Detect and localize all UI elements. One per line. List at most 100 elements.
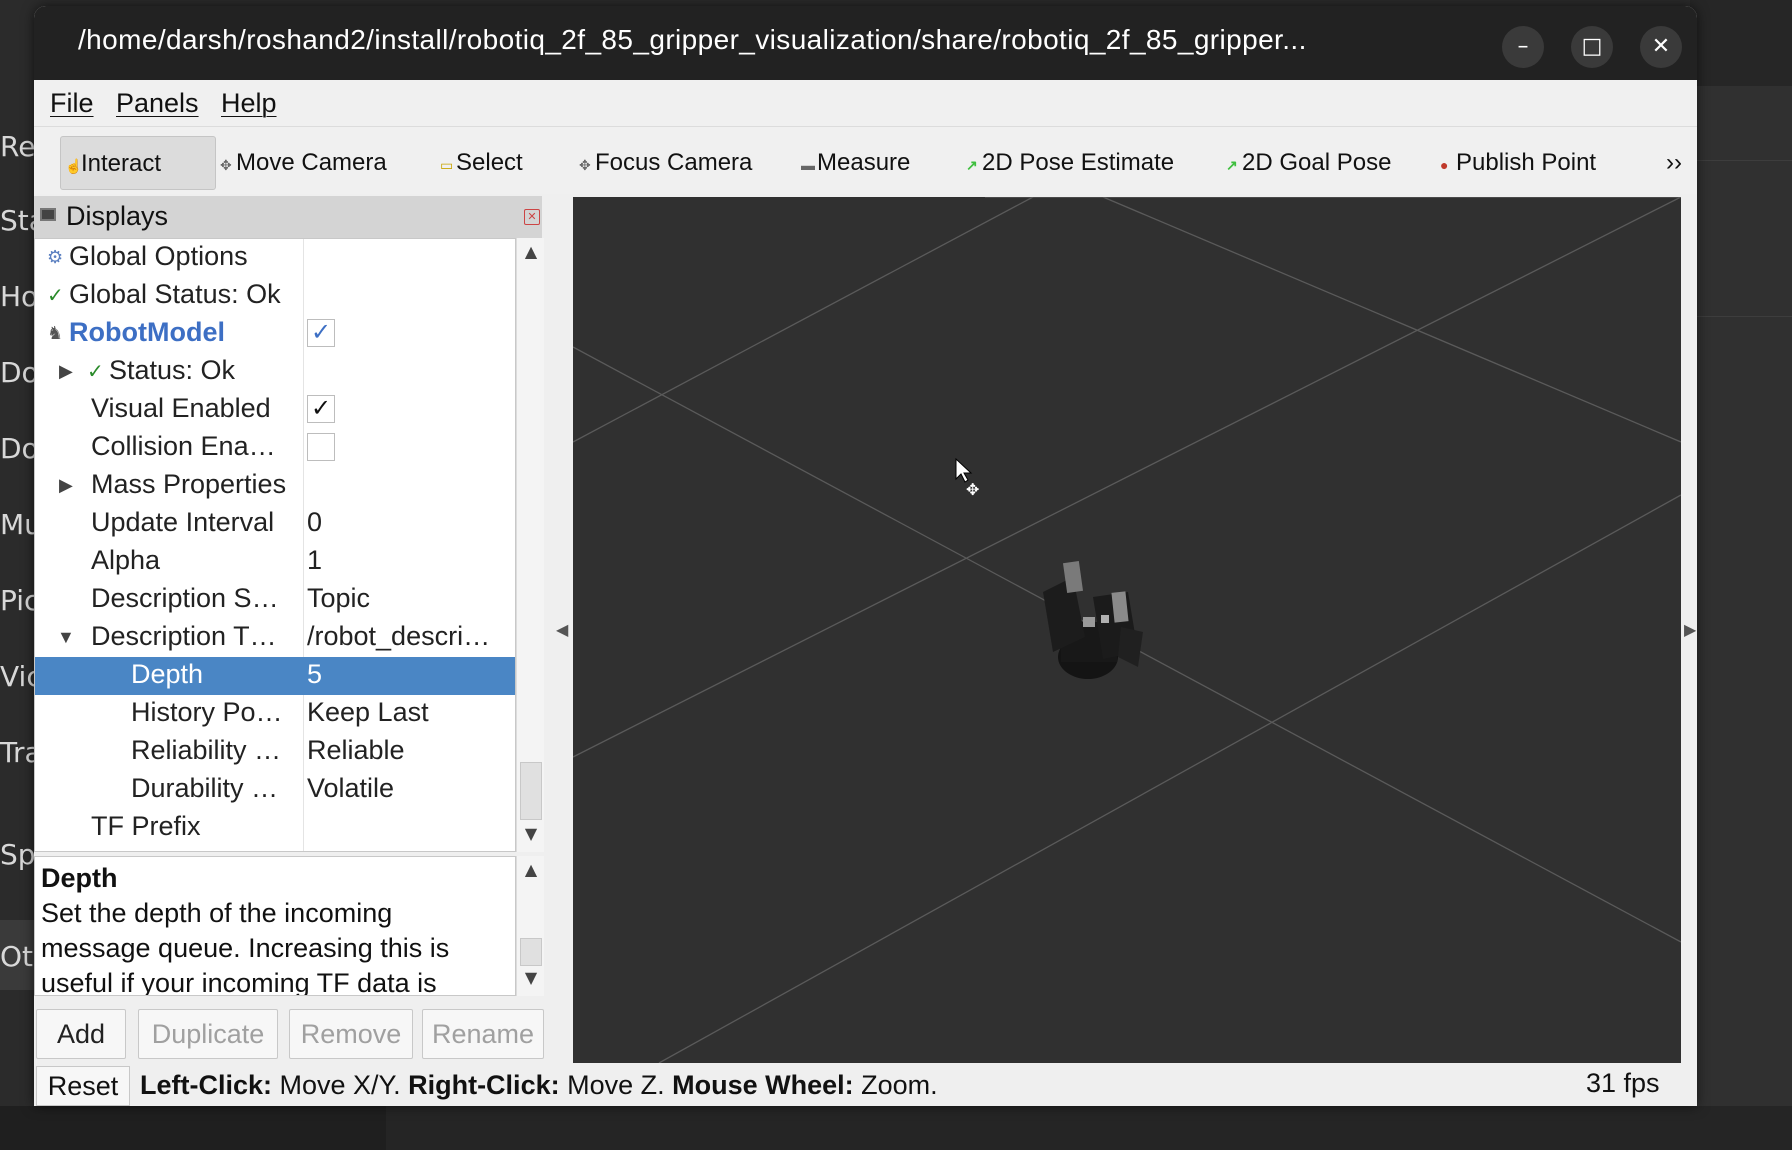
visual-enabled-checkbox[interactable]: ✓: [307, 395, 335, 423]
tool-interact[interactable]: ☝Interact: [60, 136, 216, 190]
tree-row-label: Alpha: [91, 545, 161, 575]
tree-row-value[interactable]: 0: [307, 507, 515, 538]
tree-row-global-status[interactable]: ✓ Global Status: Ok: [35, 277, 515, 315]
background-sidebar-item[interactable]: Mu: [0, 508, 34, 541]
toolbar-overflow-button[interactable]: ››: [1666, 136, 1682, 190]
background-sidebar-item[interactable]: Pic: [0, 584, 34, 617]
add-display-button[interactable]: Add: [36, 1009, 126, 1059]
background-sidebar-item[interactable]: Do: [0, 432, 34, 465]
tool-focus-camera-label: Focus Camera: [595, 149, 753, 176]
menu-panels[interactable]: Panels: [116, 88, 199, 119]
scroll-down-icon[interactable]: ▼: [517, 824, 545, 843]
property-help-panel: Depth Set the depth of the incoming mess…: [34, 856, 516, 996]
duplicate-display-button[interactable]: Duplicate: [138, 1009, 278, 1059]
collapse-right-icon[interactable]: ▶: [1684, 620, 1696, 639]
tree-row-value[interactable]: Volatile: [307, 773, 515, 804]
collapse-arrow-icon[interactable]: ▼: [57, 627, 75, 648]
tree-row-update-interval[interactable]: Update Interval 0: [35, 505, 515, 543]
reset-button[interactable]: Reset: [36, 1066, 130, 1106]
tree-row-description-source[interactable]: Description S… Topic: [35, 581, 515, 619]
scroll-up-icon[interactable]: ▲: [517, 242, 545, 261]
minimize-button[interactable]: –: [1502, 26, 1544, 68]
tree-row-tf-prefix[interactable]: TF Prefix: [35, 809, 515, 847]
remove-display-button[interactable]: Remove: [289, 1009, 413, 1059]
tree-row-mass-properties[interactable]: ▶ Mass Properties: [35, 467, 515, 505]
tree-row-description-topic[interactable]: ▼ Description T… /robot_descri…: [35, 619, 515, 657]
tool-publish-point-label: Publish Point: [1456, 149, 1597, 176]
expand-arrow-icon[interactable]: ▶: [59, 475, 73, 496]
tree-row-robotmodel[interactable]: ♞ RobotModel ✓: [35, 315, 515, 353]
tool-move-camera[interactable]: ✥ Move Camera: [220, 136, 387, 190]
tree-row-value[interactable]: Reliable: [307, 735, 515, 766]
background-divider: [1690, 316, 1792, 317]
tree-row-label: Global Options: [69, 241, 248, 271]
svg-text:✥: ✥: [966, 480, 979, 499]
hint-mouse-wheel: Mouse Wheel:: [672, 1070, 854, 1100]
scrollbar-thumb[interactable]: [520, 762, 542, 820]
background-sidebar-item[interactable]: Ho: [0, 280, 34, 313]
background-sidebar-item[interactable]: Vic: [0, 660, 34, 693]
maximize-button[interactable]: □: [1571, 26, 1613, 68]
expand-arrow-icon[interactable]: ▶: [59, 361, 73, 382]
background-sidebar-item[interactable]: Do: [0, 356, 34, 389]
scroll-up-icon[interactable]: ▲: [517, 860, 545, 879]
tree-row-value[interactable]: 5: [307, 659, 515, 690]
background-sidebar-item[interactable]: Tra: [0, 736, 34, 769]
tool-toolbar: ☝Interact ✥ Move Camera ▭ Select ✥ Focus Ca…: [34, 126, 1697, 194]
displays-scrollbar[interactable]: ▲ ▼: [516, 238, 544, 852]
tree-row-durability[interactable]: Durability … Volatile: [35, 771, 515, 809]
scrollbar-thumb[interactable]: [520, 938, 542, 966]
monitor-icon: [40, 208, 56, 221]
background-app-panel: [1690, 0, 1792, 1150]
background-sidebar-item[interactable]: Spi: [0, 838, 34, 871]
tool-select[interactable]: ▭ Select: [440, 136, 523, 190]
rename-display-button[interactable]: Rename: [422, 1009, 544, 1059]
tree-row-value[interactable]: Keep Last: [307, 697, 515, 728]
tree-row-label: Description S…: [91, 583, 279, 613]
background-sidebar-item[interactable]: Re: [0, 130, 34, 163]
tree-row-reliability[interactable]: Reliability … Reliable: [35, 733, 515, 771]
check-icon: ✓: [87, 361, 104, 383]
tree-row-global-options[interactable]: ⚙ Global Options: [35, 239, 515, 277]
tree-row-value[interactable]: Topic: [307, 583, 515, 614]
tree-row-alpha[interactable]: Alpha 1: [35, 543, 515, 581]
background-sidebar-item[interactable]: Sta: [0, 204, 34, 237]
help-text: Set the depth of the incoming message qu…: [41, 898, 450, 996]
tool-2d-pose-estimate[interactable]: ↗ 2D Pose Estimate: [966, 136, 1174, 190]
tree-row-label: Description T…: [91, 621, 277, 651]
tool-2d-goal-pose[interactable]: ↗ 2D Goal Pose: [1226, 136, 1391, 190]
mouse-hint: Left-Click: Move X/Y. Right-Click: Move …: [140, 1070, 938, 1101]
background-sidebar-item[interactable]: Ot: [0, 940, 34, 973]
scroll-down-icon[interactable]: ▼: [517, 968, 545, 987]
window-titlebar[interactable]: /home/darsh/roshand2/install/robotiq_2f_…: [34, 6, 1697, 80]
tool-measure[interactable]: ▬Measure: [801, 136, 910, 190]
displays-tree: ⚙ Global Options ✓ Global Status: Ok ♞ R…: [34, 238, 516, 852]
tree-row-value[interactable]: 1: [307, 545, 515, 576]
tree-row-visual-enabled[interactable]: Visual Enabled ✓: [35, 391, 515, 429]
hint-left-click-desc: Move X/Y.: [272, 1070, 409, 1100]
background-divider: [1690, 160, 1792, 161]
viewport-grid: ✥: [573, 197, 1681, 1063]
tree-row-value[interactable]: /robot_descri…: [307, 621, 515, 652]
help-scrollbar[interactable]: ▲ ▼: [516, 856, 544, 996]
menu-help[interactable]: Help: [221, 88, 277, 119]
collapse-left-icon[interactable]: ◀: [556, 620, 568, 639]
tree-row-label: RobotModel: [69, 317, 225, 347]
tree-row-status[interactable]: ▶ ✓ Status: Ok: [35, 353, 515, 391]
tree-row-label: Reliability …: [131, 735, 282, 765]
tool-2d-pose-estimate-label: 2D Pose Estimate: [982, 149, 1175, 176]
robotmodel-enabled-checkbox[interactable]: ✓: [307, 319, 335, 347]
3d-viewport[interactable]: ✥: [573, 197, 1681, 1063]
tool-publish-point[interactable]: ● Publish Point: [1440, 136, 1596, 190]
menu-file[interactable]: File: [50, 88, 94, 119]
menu-bar: File Panels Help: [34, 80, 1697, 126]
close-window-button[interactable]: ✕: [1640, 26, 1682, 68]
tree-row-depth[interactable]: Depth 5: [35, 657, 515, 695]
close-panel-icon[interactable]: ✕: [524, 209, 540, 225]
collision-enabled-checkbox[interactable]: [307, 433, 335, 461]
tree-row-history-policy[interactable]: History Po… Keep Last: [35, 695, 515, 733]
tree-row-collision-enabled[interactable]: Collision Ena…: [35, 429, 515, 467]
tool-focus-camera[interactable]: ✥ Focus Camera: [579, 136, 752, 190]
background-app-header: [1690, 0, 1792, 86]
hint-mouse-wheel-desc: Zoom.: [853, 1070, 938, 1100]
